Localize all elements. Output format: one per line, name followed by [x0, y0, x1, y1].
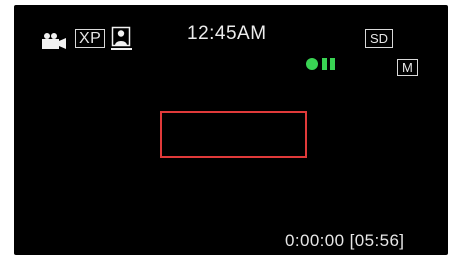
- manual-mode-badge: M: [397, 59, 418, 76]
- clock-display: 12:45AM: [187, 23, 267, 44]
- camcorder-screen: XP 12:45AM SD M 0:00:00 [05:56]: [14, 5, 448, 255]
- time-readout: 0:00:00 [05:56]: [285, 231, 405, 250]
- face-detection-icon: [111, 26, 132, 50]
- record-status-icon: [306, 58, 335, 70]
- video-camera-icon: [42, 33, 66, 49]
- quality-badge: XP: [75, 29, 106, 48]
- media-badge: SD: [365, 29, 394, 48]
- focus-frame: [160, 111, 307, 158]
